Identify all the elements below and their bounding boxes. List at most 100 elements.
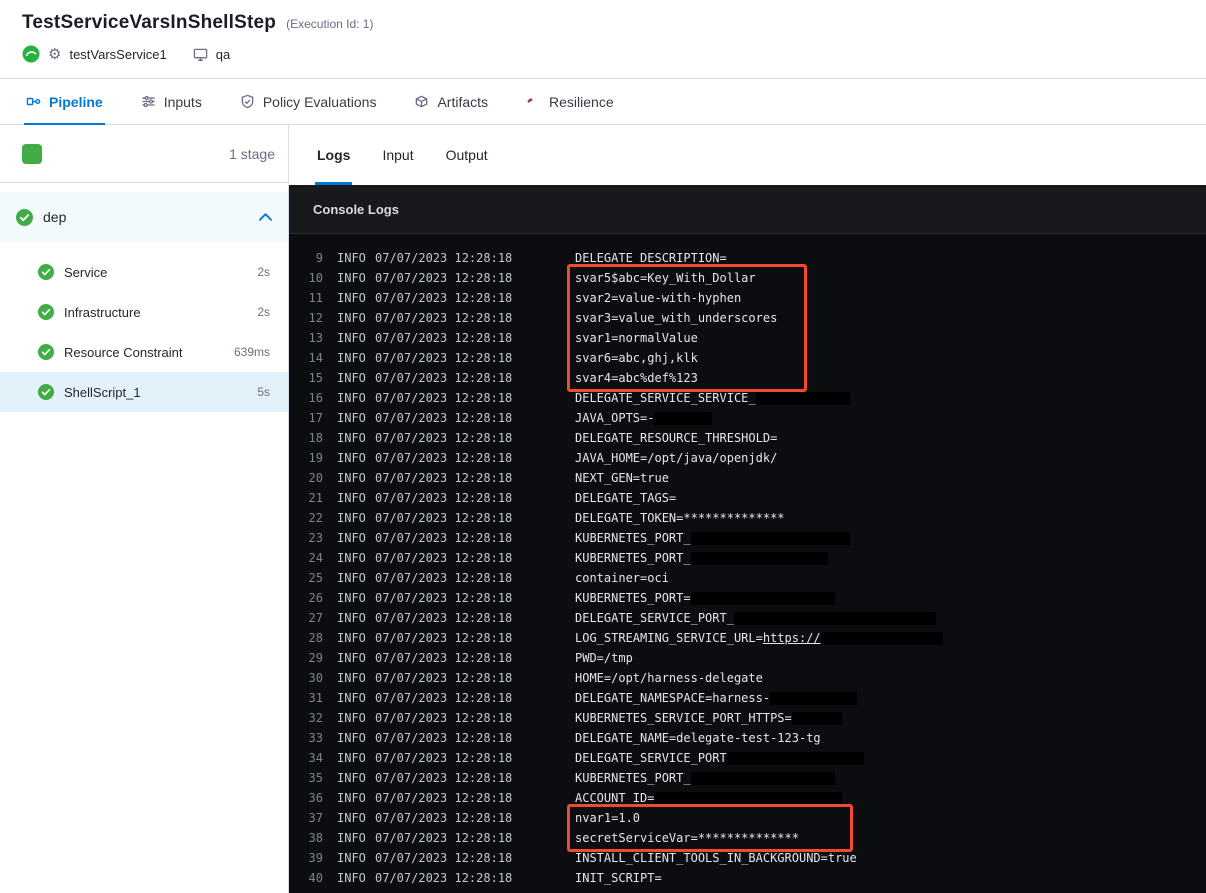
service-env-row: ⚙ testVarsService1 qa (22, 45, 1184, 63)
tab-input[interactable]: Input (382, 125, 413, 185)
line-number: 40 (308, 871, 323, 885)
log-line: 36 INFO 07/07/2023 12:28:18 ACCOUNT_ID= (289, 788, 1206, 808)
log-timestamp: 07/07/2023 12:28:18 (375, 751, 513, 765)
tab-logs[interactable]: Logs (314, 125, 353, 185)
step-row-infrastructure[interactable]: Infrastructure 2s (0, 292, 288, 332)
log-level: INFO (337, 631, 366, 645)
log-line: 33 INFO 07/07/2023 12:28:18 DELEGATE_NAME=d… (289, 728, 1206, 748)
log-timestamp: 07/07/2023 12:28:18 (375, 791, 513, 805)
log-timestamp: 07/07/2023 12:28:18 (375, 711, 513, 725)
log-timestamp: 07/07/2023 12:28:18 (375, 691, 513, 705)
log-message: svar2=value-with-hyphen (575, 291, 742, 305)
log-line: 37 INFO 07/07/2023 12:28:18 nvar1=1.0 (289, 808, 1206, 828)
environment-name: qa (215, 46, 231, 62)
log-line: 29 INFO 07/07/2023 12:28:18 PWD=/tmp (289, 648, 1206, 668)
chevron-up-icon[interactable] (259, 213, 272, 221)
line-number: 36 (308, 791, 323, 805)
line-number: 10 (308, 271, 323, 285)
log-message: DELEGATE_SERVICE_PORT_ (575, 611, 937, 625)
line-number: 31 (308, 691, 323, 705)
line-number: 30 (308, 671, 323, 685)
artifacts-box-icon (414, 94, 429, 109)
tab-inputs[interactable]: Inputs (141, 79, 202, 124)
log-timestamp: 07/07/2023 12:28:18 (375, 771, 513, 785)
log-message: PWD=/tmp (575, 651, 633, 665)
tab-output[interactable]: Output (446, 125, 488, 185)
log-line: 11 INFO 07/07/2023 12:28:18 svar2=value-wit… (289, 288, 1206, 308)
log-message: DELEGATE_DESCRIPTION= (575, 251, 727, 265)
stage-summary: 1 stage (0, 125, 288, 183)
log-line: 9 INFO 07/07/2023 12:28:18 DELEGATE_DESCRIP… (289, 248, 1206, 268)
service-icon (22, 45, 40, 63)
log-level: INFO (337, 531, 366, 545)
redacted-value (755, 392, 850, 405)
tab-policy-evaluations[interactable]: Policy Evaluations (240, 79, 376, 124)
line-number: 13 (308, 331, 323, 345)
tab-artifacts[interactable]: Artifacts (414, 79, 488, 124)
log-level: INFO (337, 851, 366, 865)
redacted-value (770, 692, 857, 705)
stage-status-square[interactable] (22, 143, 42, 164)
log-level: INFO (337, 511, 366, 525)
inputs-icon (141, 94, 156, 109)
line-number: 26 (308, 591, 323, 605)
log-line: 30 INFO 07/07/2023 12:28:18 HOME=/opt/harne… (289, 668, 1206, 688)
line-number: 19 (308, 451, 323, 465)
console-header: Console Logs (289, 185, 1206, 234)
step-duration: 639ms (233, 345, 270, 359)
stage-row-dep[interactable]: dep (0, 192, 288, 242)
tab-label: Artifacts (437, 93, 489, 110)
page-title: TestServiceVarsInShellStep (22, 12, 277, 33)
log-line: 15 INFO 07/07/2023 12:28:18 svar4=abc%def%1… (289, 368, 1206, 388)
log-message: ACCOUNT_ID= (575, 791, 843, 805)
log-level: INFO (337, 471, 366, 485)
log-line: 34 INFO 07/07/2023 12:28:18 DELEGATE_SERVIC… (289, 748, 1206, 768)
log-timestamp: 07/07/2023 12:28:18 (375, 291, 513, 305)
log-level: INFO (337, 551, 366, 565)
gear-icon: ⚙ (48, 45, 62, 63)
tab-label: Output (445, 147, 488, 163)
log-line: 26 INFO 07/07/2023 12:28:18 KUBERNETES_PORT… (289, 588, 1206, 608)
main-panel: Logs Input Output Console Logs 9 INFO 07/0… (289, 125, 1206, 893)
redacted-value (690, 772, 836, 785)
line-number: 37 (308, 811, 323, 825)
tab-resilience[interactable]: Resilience (526, 79, 614, 124)
log-timestamp: 07/07/2023 12:28:18 (375, 651, 513, 665)
content: 1 stage dep Service 2s Infrastructure 2s Res… (0, 125, 1206, 893)
log-message: DELEGATE_RESOURCE_THRESHOLD= (575, 431, 778, 445)
step-row-shellscript-1[interactable]: ShellScript_1 5s (0, 372, 288, 412)
tab-label: Inputs (163, 93, 202, 110)
log-level: INFO (337, 711, 366, 725)
line-number: 16 (308, 391, 323, 405)
log-area[interactable]: 9 INFO 07/07/2023 12:28:18 DELEGATE_DESCRIP… (289, 234, 1206, 893)
tab-pipeline[interactable]: Pipeline (24, 79, 105, 125)
log-timestamp: 07/07/2023 12:28:18 (375, 551, 513, 565)
step-row-resource-constraint[interactable]: Resource Constraint 639ms (0, 332, 288, 372)
log-timestamp: 07/07/2023 12:28:18 (375, 331, 513, 345)
log-line: 24 INFO 07/07/2023 12:28:18 KUBERNETES_PORT… (289, 548, 1206, 568)
log-link[interactable]: https:// (763, 631, 821, 645)
redacted-value (690, 592, 836, 605)
log-message: svar6=abc,ghj,klk (575, 351, 698, 365)
line-number: 14 (308, 351, 323, 365)
step-row-service[interactable]: Service 2s (0, 252, 288, 292)
log-timestamp: 07/07/2023 12:28:18 (375, 631, 513, 645)
log-level: INFO (337, 311, 366, 325)
log-message: INIT_SCRIPT= (575, 871, 662, 885)
log-timestamp: 07/07/2023 12:28:18 (375, 411, 513, 425)
log-line: 38 INFO 07/07/2023 12:28:18 secretServiceVa… (289, 828, 1206, 848)
line-number: 24 (308, 551, 323, 565)
log-timestamp: 07/07/2023 12:28:18 (375, 311, 513, 325)
log-timestamp: 07/07/2023 12:28:18 (375, 831, 513, 845)
log-line: 18 INFO 07/07/2023 12:28:18 DELEGATE_RESOUR… (289, 428, 1206, 448)
log-message: LOG_STREAMING_SERVICE_URL=https:// (575, 631, 944, 645)
log-message: KUBERNETES_PORT_ (575, 531, 850, 545)
success-check-icon (38, 304, 54, 320)
line-number: 22 (308, 511, 323, 525)
log-message: svar1=normalValue (575, 331, 698, 345)
tab-label: Resilience (549, 93, 614, 110)
log-level: INFO (337, 291, 366, 305)
log-level: INFO (337, 871, 366, 885)
log-level: INFO (337, 391, 366, 405)
log-line: 10 INFO 07/07/2023 12:28:18 svar5$abc=Key_W… (289, 268, 1206, 288)
